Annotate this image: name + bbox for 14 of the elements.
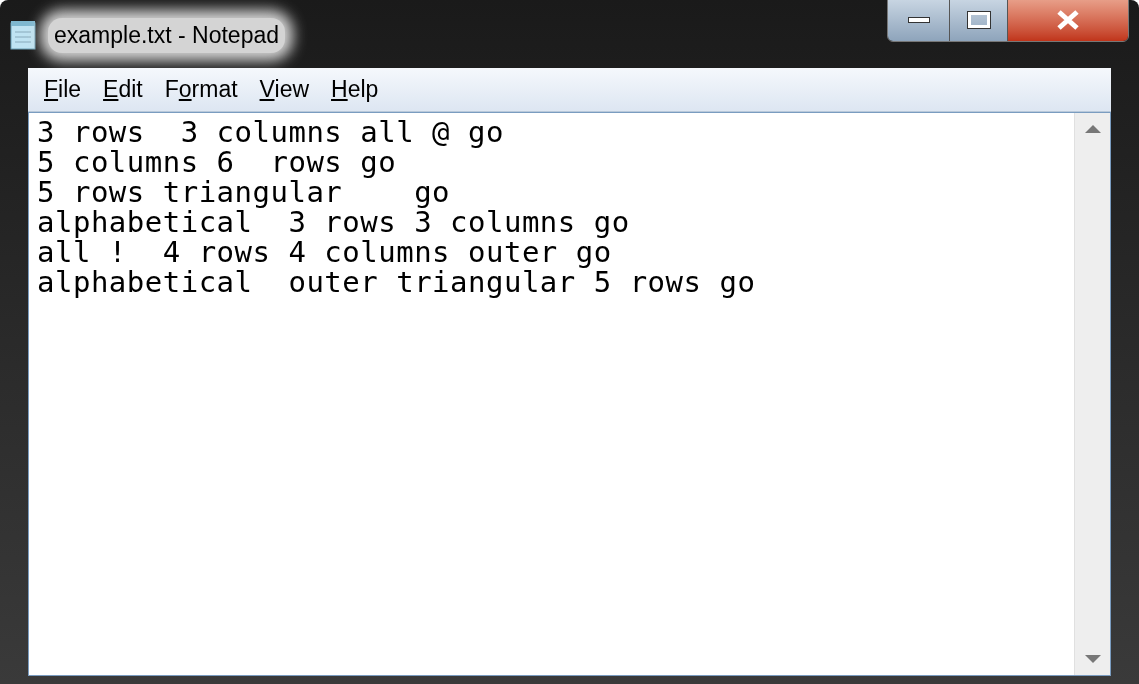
- vertical-scrollbar[interactable]: [1074, 113, 1110, 675]
- menu-item[interactable]: File: [36, 72, 90, 107]
- scroll-down-icon[interactable]: [1084, 655, 1101, 663]
- scroll-up-icon[interactable]: [1084, 125, 1101, 133]
- close-button[interactable]: [1008, 0, 1128, 41]
- maximize-button[interactable]: [950, 0, 1008, 41]
- notepad-icon: [10, 20, 36, 51]
- menu-item[interactable]: Format: [156, 72, 246, 107]
- menu-item[interactable]: Edit: [95, 72, 151, 107]
- close-icon: [1056, 10, 1080, 30]
- menu-item[interactable]: View: [251, 72, 318, 107]
- window-title: example.txt - Notepad: [48, 18, 285, 53]
- menu-item[interactable]: Help: [323, 72, 387, 107]
- minimize-button[interactable]: [888, 0, 950, 41]
